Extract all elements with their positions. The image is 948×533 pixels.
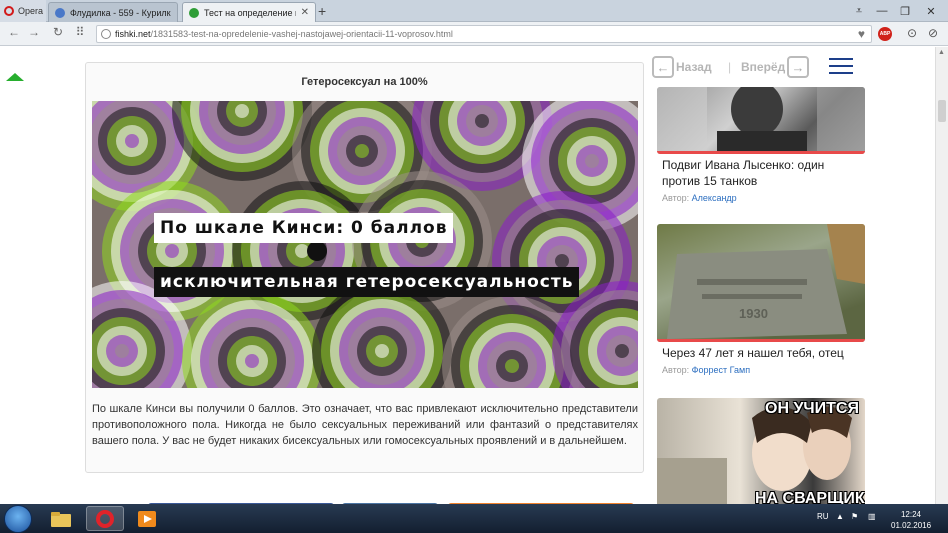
minimize-icon[interactable]: — <box>872 0 892 22</box>
system-clock[interactable]: 12:24 01.02.2016 <box>891 509 931 531</box>
back-arrow-icon[interactable]: ← <box>652 56 674 78</box>
result-title: Гетеросексуал на 100% <box>301 76 428 88</box>
url-domain: fishki.net <box>115 29 151 39</box>
opera-logo-icon <box>4 6 14 16</box>
restore-icon[interactable]: ❐ <box>895 0 915 22</box>
forward-link[interactable]: Вперёд <box>741 60 785 74</box>
windows-taskbar: RU ▲ ⚑ ▥ 12:24 01.02.2016 <box>0 504 948 533</box>
author-prefix: Автор: <box>662 193 690 203</box>
article-title-1[interactable]: Подвиг Ивана Лысенко: один против 15 тан… <box>662 157 862 189</box>
meme-text-top: ОН УЧИТСЯ <box>765 400 859 417</box>
forward-arrow-icon[interactable]: → <box>787 56 809 78</box>
opera-menu-button[interactable]: Opera <box>0 0 46 22</box>
speed-dial-icon[interactable]: ⠿ <box>72 25 88 39</box>
meme-text-bottom: НА СВАРЩИК <box>755 490 865 504</box>
clock-time: 12:24 <box>900 510 922 519</box>
opera-menu-label: Opera <box>18 6 44 16</box>
tab-label: Флудилка - 559 - Курилк <box>70 7 171 18</box>
tray-expand-icon[interactable]: ▲ <box>836 512 844 521</box>
article-title-2[interactable]: Через 47 лет я нашел тебя, отец <box>662 345 862 361</box>
article-author-1: Автор: Александр <box>662 193 737 203</box>
result-illustration: По шкале Кинси: 0 баллов исключительная … <box>92 101 638 388</box>
browser-tab-strip: Opera Флудилка - 559 - Курилк Тест на оп… <box>0 0 948 22</box>
back-link[interactable]: Назад <box>676 60 712 74</box>
tab-menu-icon[interactable]: ⩡ <box>852 0 866 22</box>
tab-test-active[interactable]: Тест на определение ваш ✕ <box>182 2 316 22</box>
thumbnail-rating-bar <box>657 151 865 154</box>
site-info-icon[interactable] <box>101 29 111 39</box>
author-prefix: Автор: <box>662 365 690 375</box>
web-page: Гетеросексуал на 100% По шкале Кинси: 0 … <box>0 47 948 504</box>
language-indicator[interactable]: RU <box>817 512 829 521</box>
close-window-icon[interactable]: ✕ <box>920 0 942 22</box>
article-thumbnail-soldier[interactable] <box>657 87 865 154</box>
tab-favicon-icon <box>55 7 65 18</box>
image-banner-score: По шкале Кинси: 0 баллов <box>154 213 454 243</box>
opera-icon <box>96 509 114 528</box>
menu-hamburger-icon[interactable] <box>829 58 853 76</box>
article-author-2: Автор: Форрест Гамп <box>662 365 750 375</box>
soldier-photo <box>657 87 865 154</box>
back-icon[interactable]: ← <box>6 25 22 39</box>
folder-icon <box>51 511 71 527</box>
gravestone-photo <box>667 224 865 339</box>
page-scrollbar[interactable]: ▲ <box>935 47 948 504</box>
article-thumbnail-grave[interactable]: 1930 <box>657 224 865 342</box>
scroll-to-top-icon[interactable] <box>6 73 24 81</box>
article-navigation: ← Назад | Вперёд → <box>652 56 932 78</box>
start-button[interactable] <box>4 505 32 533</box>
browser-navigation-bar: ← → ↻ ⠿ fishki.net /1831583-test-na-opre… <box>0 22 948 46</box>
download-icon[interactable]: ⊙ <box>905 26 919 40</box>
image-banner-verdict: исключительная гетеросексуальность <box>154 267 580 297</box>
author-link[interactable]: Форрест Гамп <box>692 365 750 375</box>
new-tab-button[interactable]: + <box>318 3 326 19</box>
thumbnail-rating-bar <box>657 339 865 342</box>
action-center-icon[interactable]: ⚑ <box>851 512 858 521</box>
result-description: По шкале Кинси вы получили 0 баллов. Это… <box>92 403 638 447</box>
media-player-icon <box>138 510 156 527</box>
url-path: /1831583-test-na-opredelenie-vashej-nast… <box>150 29 453 39</box>
taskbar-media-player[interactable] <box>128 506 166 531</box>
scroll-thumb[interactable] <box>938 100 946 122</box>
fishki-favicon-icon <box>189 7 199 18</box>
tab-flood[interactable]: Флудилка - 559 - Курилк <box>48 2 178 22</box>
test-result-card: Гетеросексуал на 100% По шкале Кинси: 0 … <box>85 62 644 473</box>
taskbar-explorer[interactable] <box>42 506 80 531</box>
taskbar-opera[interactable] <box>86 506 124 531</box>
reload-icon[interactable]: ↻ <box>50 25 66 39</box>
author-link[interactable]: Александр <box>692 193 737 203</box>
bookmark-heart-icon[interactable]: ♥ <box>858 27 865 41</box>
psychedelic-background <box>92 101 638 388</box>
gravestone-year: 1930 <box>739 306 768 321</box>
opera-turbo-icon[interactable]: ⊘ <box>926 26 940 40</box>
adblock-icon[interactable]: ABP <box>878 27 892 41</box>
network-icon[interactable]: ▥ <box>868 512 876 521</box>
address-field[interactable]: fishki.net /1831583-test-na-opredelenie-… <box>96 25 872 43</box>
forward-icon[interactable]: → <box>26 25 42 39</box>
nav-separator: | <box>728 60 732 74</box>
tab-close-icon[interactable]: ✕ <box>301 7 309 18</box>
clock-date: 01.02.2016 <box>891 521 932 530</box>
tab-label: Тест на определение ваш <box>204 7 296 18</box>
scroll-up-arrow-icon[interactable]: ▲ <box>938 49 945 56</box>
article-thumbnail-welder[interactable]: ОН УЧИТСЯ НА СВАРЩИК <box>657 398 865 504</box>
